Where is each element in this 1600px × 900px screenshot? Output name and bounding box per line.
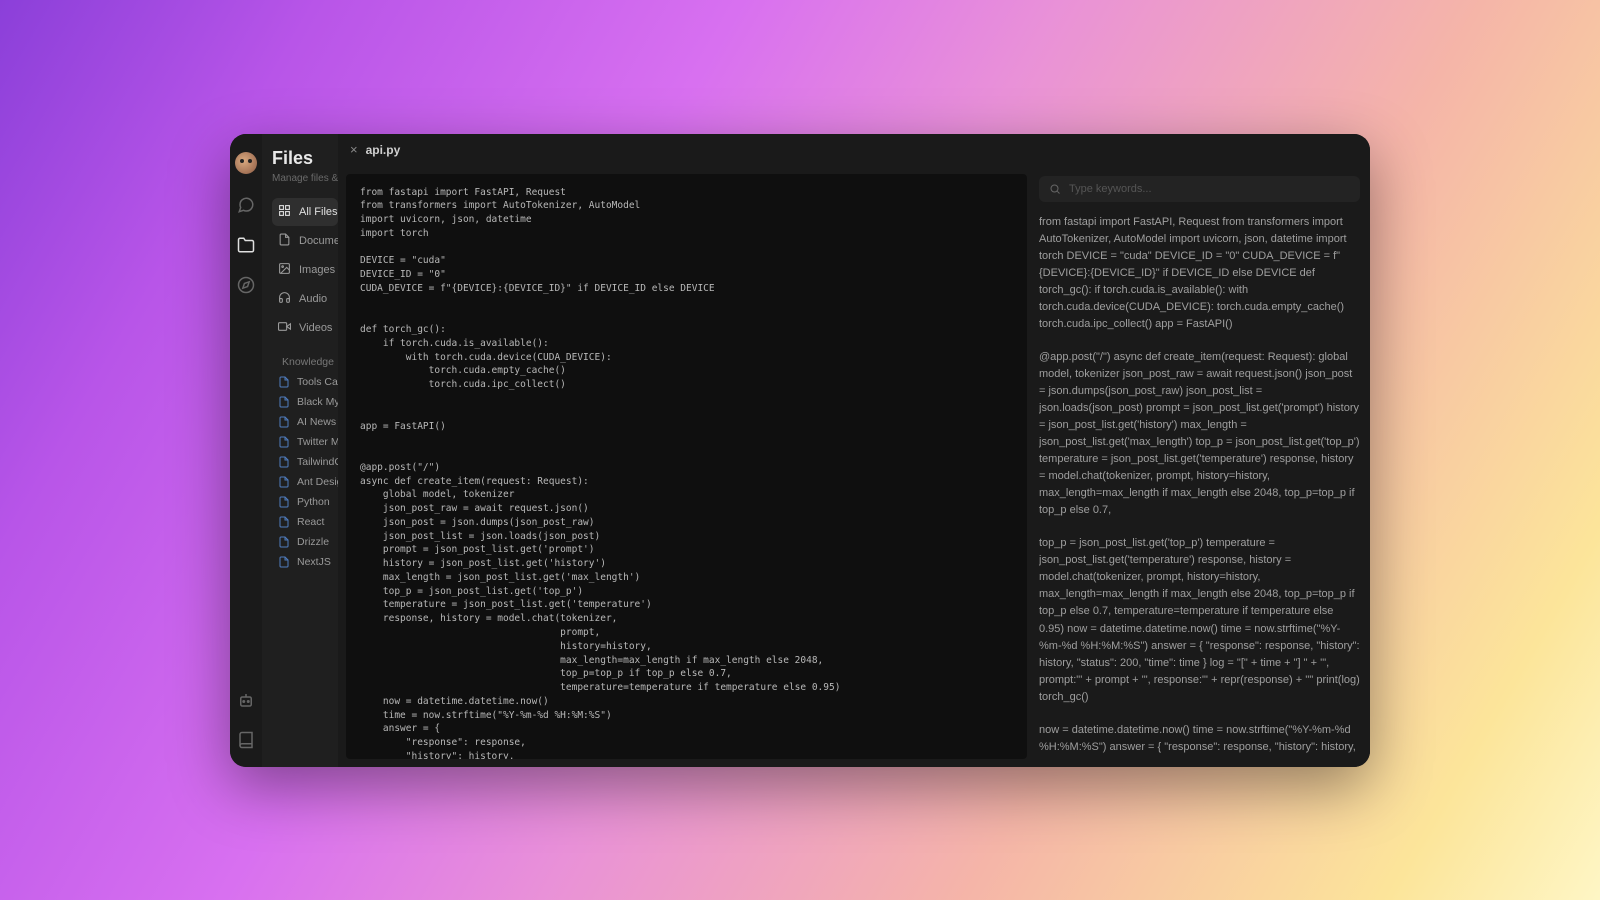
sidebar-item-videos[interactable]: Videos	[272, 314, 338, 342]
sidebar-item-label: All Files	[299, 206, 338, 218]
search-result-item[interactable]: from fastapi import FastAPI, Request fro…	[1039, 214, 1360, 333]
doc-item[interactable]: Ant Desig	[272, 472, 338, 492]
sidebar-title: Files	[272, 148, 338, 169]
search-result-item[interactable]: @app.post("/") async def create_item(req…	[1039, 349, 1360, 519]
document-icon	[278, 376, 290, 388]
doc-item-label: TailwindC	[297, 456, 338, 468]
doc-item[interactable]: AI News	[272, 412, 338, 432]
app-window: Files Manage files & All Files Documen Ima…	[230, 134, 1370, 767]
search-result-item[interactable]: now = datetime.datetime.now() time = now…	[1039, 722, 1360, 757]
doc-item-label: Black Myt	[297, 396, 338, 408]
doc-item[interactable]: Tools Call	[272, 372, 338, 392]
sidebar-item-all-files[interactable]: All Files	[272, 198, 338, 226]
search-panel: from fastapi import FastAPI, Request fro…	[1035, 166, 1370, 767]
grid-icon	[278, 204, 291, 220]
search-icon	[1049, 183, 1061, 195]
document-icon	[278, 416, 290, 428]
doc-item[interactable]: Python	[272, 492, 338, 512]
document-icon	[278, 496, 290, 508]
document-icon	[278, 436, 290, 448]
document-icon	[278, 556, 290, 568]
sidebar-group-knowledge[interactable]: Knowledge	[272, 352, 338, 372]
tab-name[interactable]: api.py	[366, 143, 401, 157]
file-icon	[278, 233, 291, 249]
sidebar-item-audio[interactable]: Audio	[272, 285, 338, 313]
doc-item-label: Ant Desig	[297, 476, 338, 488]
document-icon	[278, 396, 290, 408]
doc-item-label: React	[297, 516, 324, 528]
sidebar-item-images[interactable]: Images	[272, 256, 338, 284]
doc-item-label: AI News	[297, 416, 336, 428]
search-input[interactable]	[1069, 183, 1350, 195]
icon-rail	[230, 134, 262, 767]
doc-item[interactable]: NextJS	[272, 552, 338, 572]
audio-icon	[278, 291, 291, 307]
sidebar-item-label: Audio	[299, 293, 327, 305]
sidebar-subtitle: Manage files &	[272, 173, 338, 184]
tab-close-button[interactable]: ×	[350, 142, 358, 157]
sidebar-item-label: Images	[299, 264, 335, 276]
folder-icon[interactable]	[237, 236, 255, 254]
tab-bar: × api.py	[338, 134, 1370, 166]
doc-item-label: Python	[297, 496, 330, 508]
sidebar: Files Manage files & All Files Documen Ima…	[262, 134, 338, 767]
doc-item-label: NextJS	[297, 556, 331, 568]
document-icon	[278, 476, 290, 488]
search-results: from fastapi import FastAPI, Request fro…	[1039, 214, 1360, 757]
book-icon[interactable]	[237, 731, 255, 749]
sidebar-item-documen[interactable]: Documen	[272, 227, 338, 255]
doc-item-label: Drizzle	[297, 536, 329, 548]
doc-item[interactable]: Black Myt	[272, 392, 338, 412]
document-icon	[278, 456, 290, 468]
doc-item-label: Twitter M	[297, 436, 338, 448]
code-editor[interactable]: from fastapi import FastAPI, Request fro…	[346, 174, 1027, 759]
doc-item[interactable]: React	[272, 512, 338, 532]
main-area: × api.py from fastapi import FastAPI, Re…	[338, 134, 1370, 767]
sidebar-item-label: Videos	[299, 322, 332, 334]
document-icon	[278, 516, 290, 528]
doc-item-label: Tools Call	[297, 376, 338, 388]
search-box[interactable]	[1039, 176, 1360, 202]
doc-item[interactable]: Twitter M	[272, 432, 338, 452]
doc-item[interactable]: TailwindC	[272, 452, 338, 472]
doc-item[interactable]: Drizzle	[272, 532, 338, 552]
image-icon	[278, 262, 291, 278]
compass-icon[interactable]	[237, 276, 255, 294]
video-icon	[278, 320, 291, 336]
sidebar-item-label: Documen	[299, 235, 338, 247]
avatar[interactable]	[235, 152, 257, 174]
sidebar-group-label: Knowledge	[282, 356, 334, 368]
chat-icon[interactable]	[237, 196, 255, 214]
robot-icon[interactable]	[237, 691, 255, 709]
search-result-item[interactable]: top_p = json_post_list.get('top_p') temp…	[1039, 535, 1360, 705]
document-icon	[278, 536, 290, 548]
